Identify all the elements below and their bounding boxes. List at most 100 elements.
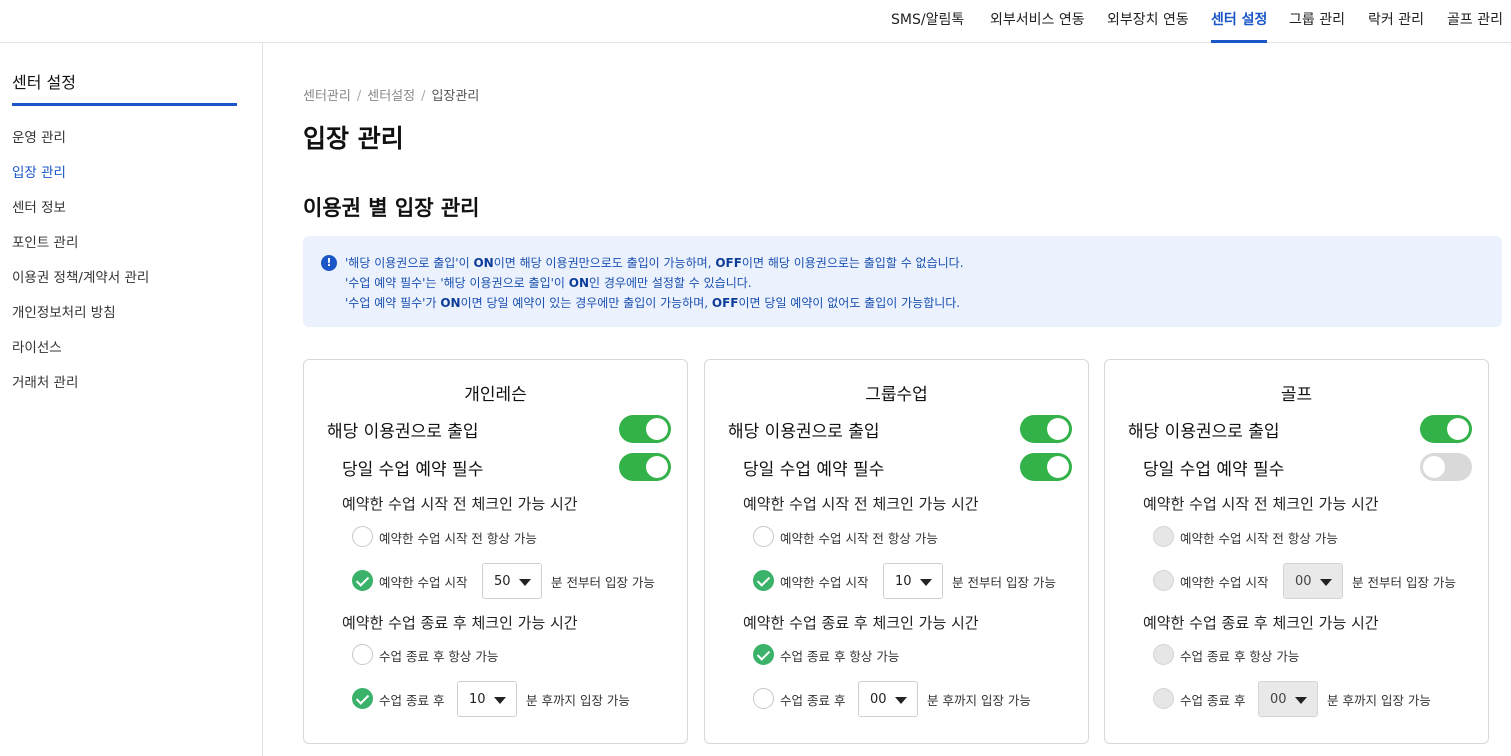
top-nav: SMS/알림톡 외부서비스 연동 외부장치 연동 센터 설정 그룹 관리 락커 …: [0, 0, 1511, 43]
entry-toggle[interactable]: [619, 415, 671, 443]
sidebar-title-underline: [12, 103, 237, 106]
after-always-label: 수업 종료 후 항상 가능: [379, 649, 499, 664]
after-always-radio[interactable]: [753, 644, 774, 665]
entry-toggle-label: 해당 이용권으로 출입: [1128, 422, 1280, 442]
before-always-radio[interactable]: [352, 526, 373, 547]
after-minutes-select[interactable]: 10: [457, 681, 517, 717]
reservation-toggle[interactable]: [1020, 453, 1072, 481]
before-minutes-value: 00: [1295, 574, 1312, 589]
page-title: 입장 관리: [303, 124, 404, 153]
after-checkin-title: 예약한 수업 종료 후 체크인 가능 시간: [743, 614, 979, 632]
after-minutes-value: 10: [469, 692, 486, 707]
before-minutes-value: 50: [494, 574, 511, 589]
before-always-label: 예약한 수업 시작 전 항상 가능: [780, 531, 938, 546]
card-title: 그룹수업: [865, 385, 928, 405]
info-line-2: '수업 예약 필수'는 '해당 이용권으로 출입'이 ON인 경우에만 설정할 …: [345, 276, 752, 290]
chevron-down-icon: [920, 579, 932, 586]
before-minutes-prefix: 예약한 수업 시작: [379, 575, 468, 590]
before-minutes-radio[interactable]: [753, 570, 774, 591]
tab-external-service[interactable]: 외부서비스 연동: [990, 0, 1085, 43]
sidebar-item-points[interactable]: 포인트 관리: [12, 231, 78, 251]
sidebar-item-vendors[interactable]: 거래처 관리: [12, 371, 78, 391]
breadcrumb-settings[interactable]: 센터설정: [367, 89, 415, 104]
before-checkin-title: 예약한 수업 시작 전 체크인 가능 시간: [743, 495, 979, 513]
before-always-label: 예약한 수업 시작 전 항상 가능: [1180, 531, 1338, 546]
chevron-down-icon: [895, 697, 907, 704]
after-minutes-suffix: 분 후까지 입장 가능: [1327, 693, 1431, 708]
after-minutes-select[interactable]: 00: [858, 681, 918, 717]
info-box: ! '해당 이용권으로 출입'이 ON이면 해당 이용권만으로도 출입이 가능하…: [303, 236, 1502, 327]
after-minutes-radio[interactable]: [352, 688, 373, 709]
reservation-toggle-label: 당일 수업 예약 필수: [743, 460, 885, 480]
toggle-knob: [1047, 456, 1069, 478]
tab-group[interactable]: 그룹 관리: [1289, 0, 1345, 43]
before-minutes-radio[interactable]: [1153, 570, 1174, 591]
before-checkin-title: 예약한 수업 시작 전 체크인 가능 시간: [342, 495, 578, 513]
chevron-down-icon: [519, 579, 531, 586]
info-icon: !: [321, 255, 337, 271]
sidebar-item-entry[interactable]: 입장 관리: [12, 161, 66, 181]
section-title: 이용권 별 입장 관리: [303, 196, 480, 220]
card-title: 골프: [1280, 385, 1313, 405]
sidebar-item-license[interactable]: 라이선스: [12, 336, 62, 356]
after-checkin-title: 예약한 수업 종료 후 체크인 가능 시간: [1143, 614, 1379, 632]
sidebar: 센터 설정 운영 관리 입장 관리 센터 정보 포인트 관리 이용권 정책/계약…: [0, 43, 263, 756]
reservation-toggle[interactable]: [619, 453, 671, 481]
toggle-knob: [1447, 418, 1469, 440]
before-minutes-suffix: 분 전부터 입장 가능: [952, 575, 1056, 590]
tab-locker[interactable]: 락커 관리: [1368, 0, 1424, 43]
before-minutes-select[interactable]: 50: [482, 563, 542, 599]
entry-toggle-label: 해당 이용권으로 출입: [728, 422, 880, 442]
toggle-knob: [1423, 456, 1445, 478]
reservation-toggle[interactable]: [1420, 453, 1472, 481]
sidebar-item-center-info[interactable]: 센터 정보: [12, 196, 66, 216]
after-minutes-radio[interactable]: [1153, 688, 1174, 709]
before-minutes-prefix: 예약한 수업 시작: [1180, 575, 1269, 590]
toggle-knob: [646, 456, 668, 478]
card-title: 개인레슨: [464, 385, 527, 405]
after-minutes-prefix: 수업 종료 후: [780, 693, 846, 708]
after-always-radio[interactable]: [1153, 644, 1174, 665]
before-always-radio[interactable]: [1153, 526, 1174, 547]
card-personal-lesson: 개인레슨 해당 이용권으로 출입 당일 수업 예약 필수 예약한 수업 시작 전…: [303, 359, 688, 744]
before-minutes-suffix: 분 전부터 입장 가능: [551, 575, 655, 590]
toggle-knob: [646, 418, 668, 440]
before-minutes-select[interactable]: 10: [883, 563, 943, 599]
reservation-toggle-label: 당일 수업 예약 필수: [1143, 460, 1285, 480]
tab-sms[interactable]: SMS/알림톡: [891, 0, 964, 43]
after-always-radio[interactable]: [352, 644, 373, 665]
card-group-class: 그룹수업 해당 이용권으로 출입 당일 수업 예약 필수 예약한 수업 시작 전…: [704, 359, 1089, 744]
tab-golf[interactable]: 골프 관리: [1447, 0, 1503, 43]
before-minutes-value: 10: [895, 574, 912, 589]
sidebar-item-policy[interactable]: 이용권 정책/계약서 관리: [12, 266, 149, 286]
entry-toggle[interactable]: [1420, 415, 1472, 443]
after-minutes-select[interactable]: 00: [1258, 681, 1318, 717]
before-minutes-suffix: 분 전부터 입장 가능: [1352, 575, 1456, 590]
info-line-1: '해당 이용권으로 출입'이 ON이면 해당 이용권만으로도 출입이 가능하며,…: [345, 256, 964, 270]
before-checkin-title: 예약한 수업 시작 전 체크인 가능 시간: [1143, 495, 1379, 513]
entry-toggle-label: 해당 이용권으로 출입: [327, 422, 479, 442]
sidebar-item-operation[interactable]: 운영 관리: [12, 126, 66, 146]
before-minutes-radio[interactable]: [352, 570, 373, 591]
after-checkin-title: 예약한 수업 종료 후 체크인 가능 시간: [342, 614, 578, 632]
chevron-down-icon: [494, 697, 506, 704]
tab-center-settings[interactable]: 센터 설정: [1211, 0, 1268, 43]
breadcrumb: 센터관리 / 센터설정 / 입장관리: [303, 89, 480, 104]
after-minutes-suffix: 분 후까지 입장 가능: [526, 693, 630, 708]
before-minutes-select[interactable]: 00: [1283, 563, 1343, 599]
before-always-radio[interactable]: [753, 526, 774, 547]
chevron-down-icon: [1295, 697, 1307, 704]
sidebar-item-privacy[interactable]: 개인정보처리 방침: [12, 301, 116, 321]
after-always-label: 수업 종료 후 항상 가능: [1180, 649, 1300, 664]
reservation-toggle-label: 당일 수업 예약 필수: [342, 460, 484, 480]
tab-external-device[interactable]: 외부장치 연동: [1107, 0, 1189, 43]
after-minutes-radio[interactable]: [753, 688, 774, 709]
breadcrumb-center[interactable]: 센터관리: [303, 89, 351, 104]
toggle-knob: [1047, 418, 1069, 440]
entry-toggle[interactable]: [1020, 415, 1072, 443]
breadcrumb-current: 입장관리: [431, 89, 480, 104]
before-minutes-prefix: 예약한 수업 시작: [780, 575, 869, 590]
chevron-down-icon: [1320, 579, 1332, 586]
sidebar-title: 센터 설정: [12, 73, 76, 92]
after-always-label: 수업 종료 후 항상 가능: [780, 649, 900, 664]
